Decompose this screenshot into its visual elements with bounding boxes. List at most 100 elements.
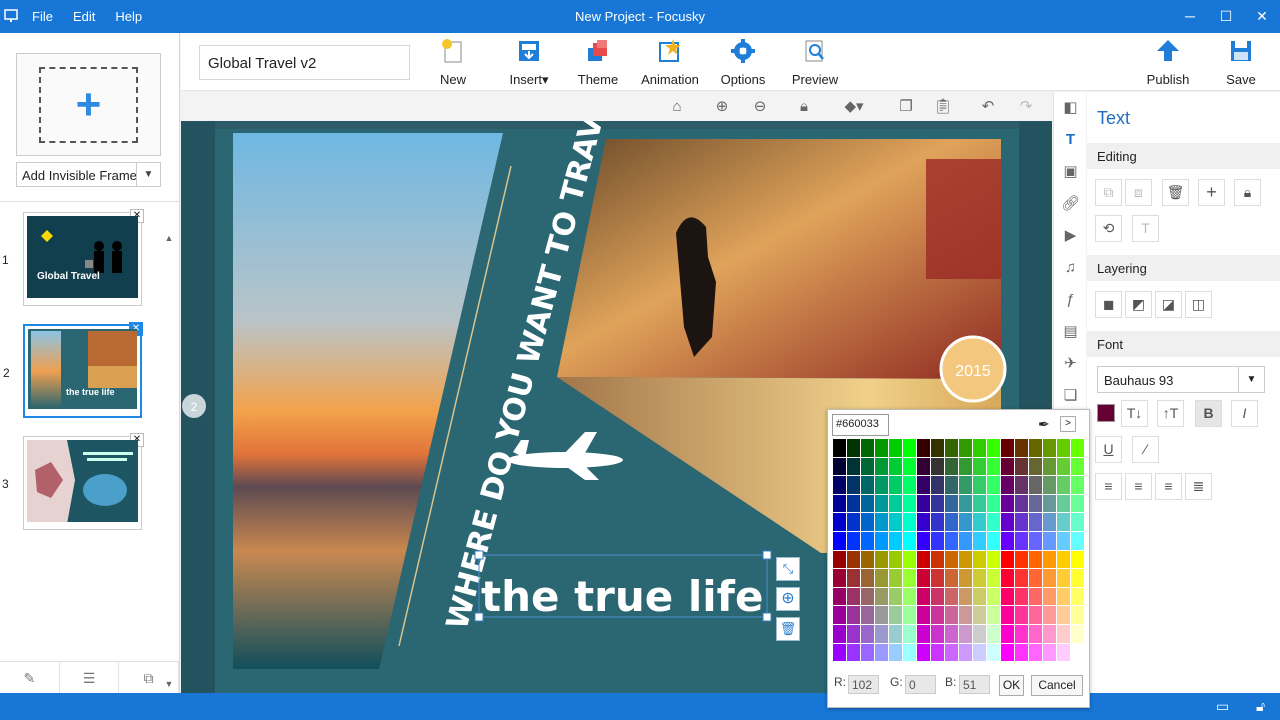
color-swatch[interactable] (931, 513, 945, 532)
color-swatch[interactable] (973, 606, 987, 625)
color-swatch[interactable] (833, 531, 847, 551)
paste-icon[interactable]: 📋︎ (933, 97, 953, 117)
color-swatch[interactable] (833, 439, 847, 458)
color-swatch[interactable] (889, 550, 903, 570)
color-swatch[interactable] (931, 550, 945, 570)
color-swatch[interactable] (903, 494, 917, 514)
color-swatch[interactable] (861, 587, 875, 607)
color-swatch[interactable] (1057, 624, 1071, 644)
color-swatch[interactable] (1071, 531, 1085, 551)
delete-icon[interactable]: 🗑︎ (1162, 179, 1189, 206)
color-swatch[interactable] (917, 643, 931, 663)
color-swatch[interactable] (847, 643, 861, 663)
menu-help[interactable]: Help (115, 9, 142, 24)
color-swatch[interactable] (945, 606, 959, 625)
color-swatch[interactable] (1001, 513, 1015, 532)
color-swatch[interactable] (875, 550, 889, 570)
blue-value-field[interactable]: 51 (959, 675, 990, 694)
color-swatch[interactable] (1029, 476, 1043, 495)
shape-icon[interactable]: ◧ (1061, 98, 1080, 117)
color-swatch[interactable] (959, 513, 973, 532)
send-to-back-icon[interactable]: ◫ (1185, 291, 1212, 318)
color-swatch[interactable] (959, 643, 973, 663)
align-center-icon[interactable]: ≡ (1125, 473, 1152, 500)
color-swatch[interactable] (861, 476, 875, 495)
ungroup-icon[interactable]: ⧈ (1125, 179, 1152, 206)
color-swatch[interactable] (1029, 624, 1043, 644)
color-swatch[interactable] (1001, 550, 1015, 570)
color-swatch[interactable] (903, 606, 917, 625)
color-swatch[interactable] (847, 624, 861, 644)
color-swatch[interactable] (973, 624, 987, 644)
color-swatch[interactable] (1029, 531, 1043, 551)
link-icon[interactable]: 🔗︎ (1061, 194, 1080, 213)
color-swatch[interactable] (1029, 550, 1043, 570)
color-swatch[interactable] (875, 531, 889, 551)
color-swatch[interactable] (973, 439, 987, 458)
color-swatch[interactable] (1071, 569, 1085, 588)
color-swatch[interactable] (959, 457, 973, 477)
add-frame-button[interactable]: + (16, 53, 161, 156)
save-button[interactable]: Save (1206, 39, 1276, 87)
color-swatch[interactable] (861, 531, 875, 551)
color-swatch[interactable] (1071, 513, 1085, 532)
color-swatch[interactable] (1071, 550, 1085, 570)
copy-icon[interactable]: ❐ (896, 97, 916, 117)
color-swatch[interactable] (1015, 439, 1029, 458)
color-swatch[interactable] (945, 513, 959, 532)
color-swatch[interactable] (903, 550, 917, 570)
color-swatch[interactable] (903, 569, 917, 588)
color-swatch[interactable] (917, 457, 931, 477)
color-swatch[interactable] (931, 569, 945, 588)
color-swatch[interactable] (1057, 643, 1071, 663)
color-swatch[interactable] (903, 531, 917, 551)
color-swatch[interactable] (917, 494, 931, 514)
color-swatch[interactable] (833, 643, 847, 663)
color-swatch[interactable] (1001, 476, 1015, 495)
undo-icon[interactable]: ↶ (978, 97, 998, 117)
color-swatch[interactable] (1057, 457, 1071, 477)
color-swatch[interactable] (1001, 457, 1015, 477)
color-swatch[interactable] (1043, 624, 1057, 644)
color-swatch[interactable] (1071, 439, 1085, 458)
color-swatch[interactable] (861, 439, 875, 458)
color-swatch[interactable] (1057, 476, 1071, 495)
color-swatch[interactable] (875, 439, 889, 458)
color-swatch[interactable] (987, 587, 1001, 607)
ok-button[interactable]: OK (999, 675, 1024, 696)
color-swatch[interactable] (889, 606, 903, 625)
color-swatch[interactable] (973, 494, 987, 514)
color-swatch[interactable] (1057, 494, 1071, 514)
color-swatch[interactable] (889, 587, 903, 607)
color-swatch[interactable] (1029, 569, 1043, 588)
chevron-down-icon[interactable]: ▼ (136, 163, 160, 186)
frame-type-select[interactable]: Add Invisible Frame ▼ (16, 162, 161, 187)
frame-thumbnail-3[interactable]: 3 ✕ (2, 433, 144, 530)
color-swatch[interactable] (889, 531, 903, 551)
color-swatch[interactable] (889, 624, 903, 644)
color-swatch[interactable] (847, 550, 861, 570)
color-swatch[interactable] (1043, 439, 1057, 458)
color-swatch[interactable] (1001, 439, 1015, 458)
options-button[interactable]: Options (708, 39, 778, 87)
font-size-decrease-icon[interactable]: T↓ (1121, 400, 1148, 427)
color-swatch[interactable] (889, 569, 903, 588)
color-swatch[interactable] (973, 513, 987, 532)
color-swatch[interactable] (917, 550, 931, 570)
color-swatch[interactable] (987, 550, 1001, 570)
color-swatch[interactable] (1001, 606, 1015, 625)
color-swatch[interactable] (833, 587, 847, 607)
color-swatch[interactable] (1015, 587, 1029, 607)
color-swatch[interactable] (973, 587, 987, 607)
frame-list-icon[interactable]: ☰ (60, 662, 120, 693)
redo-icon[interactable]: ↷ (1016, 97, 1036, 117)
color-swatch[interactable] (917, 476, 931, 495)
flash-icon[interactable]: ƒ (1061, 290, 1080, 309)
color-swatch[interactable] (889, 457, 903, 477)
color-swatch[interactable] (931, 606, 945, 625)
color-swatch-grid[interactable] (833, 439, 1085, 663)
lock-icon[interactable]: 🔒︎ (794, 97, 814, 117)
unlock-icon[interactable]: 🔓︎ (1256, 698, 1265, 715)
eyedropper-icon[interactable]: ✒ (1038, 416, 1050, 433)
color-swatch[interactable] (833, 550, 847, 570)
